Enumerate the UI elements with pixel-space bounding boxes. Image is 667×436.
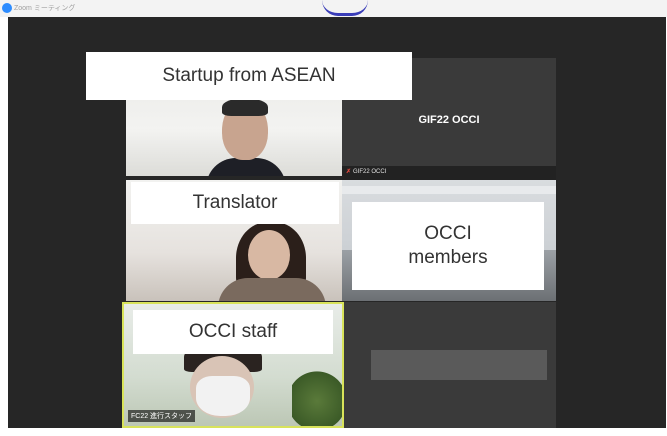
- channel-name: GIF22 OCCI: [418, 114, 480, 126]
- mic-muted-icon: ✗: [346, 169, 352, 175]
- channel-tag: ✗ GIF22 OCCI: [346, 168, 386, 175]
- translator-face: [248, 230, 290, 280]
- video-tile-empty[interactable]: [344, 302, 556, 428]
- zoom-window: Zoom ミーティング GIF22 OCCI ✗ GIF22 OCCI FC22 …: [0, 0, 667, 436]
- caption-staff: OCCI staff: [133, 310, 333, 354]
- caption-startup: Startup from ASEAN: [86, 52, 412, 100]
- participant-name-tag: FC22 進行スタッフ: [128, 410, 196, 422]
- bottom-edge: [0, 428, 667, 436]
- decorative-swoosh: [322, 0, 368, 16]
- caption-members: OCCI members: [352, 202, 544, 290]
- empty-placeholder-bar: [371, 350, 547, 380]
- translator-body: [218, 278, 326, 301]
- title-bar: Zoom ミーティング: [0, 0, 667, 17]
- caption-staff-text: OCCI staff: [188, 321, 278, 342]
- caption-members-line1: OCCI: [424, 223, 472, 244]
- zoom-app-icon: [2, 3, 12, 13]
- presenter-body: [206, 158, 286, 176]
- staff-face-mask: [196, 376, 250, 416]
- plant-background: [292, 359, 342, 426]
- caption-translator-text: Translator: [192, 192, 278, 213]
- caption-members-line2: members: [408, 247, 488, 268]
- presenter-hair: [222, 98, 268, 116]
- ceiling-beam: [342, 186, 556, 194]
- window-title: Zoom ミーティング: [14, 5, 76, 12]
- caption-startup-text: Startup from ASEAN: [162, 65, 336, 86]
- caption-translator: Translator: [131, 182, 339, 224]
- channel-name-strip: ✗ GIF22 OCCI: [342, 166, 556, 180]
- channel-tag-text: GIF22 OCCI: [353, 169, 387, 175]
